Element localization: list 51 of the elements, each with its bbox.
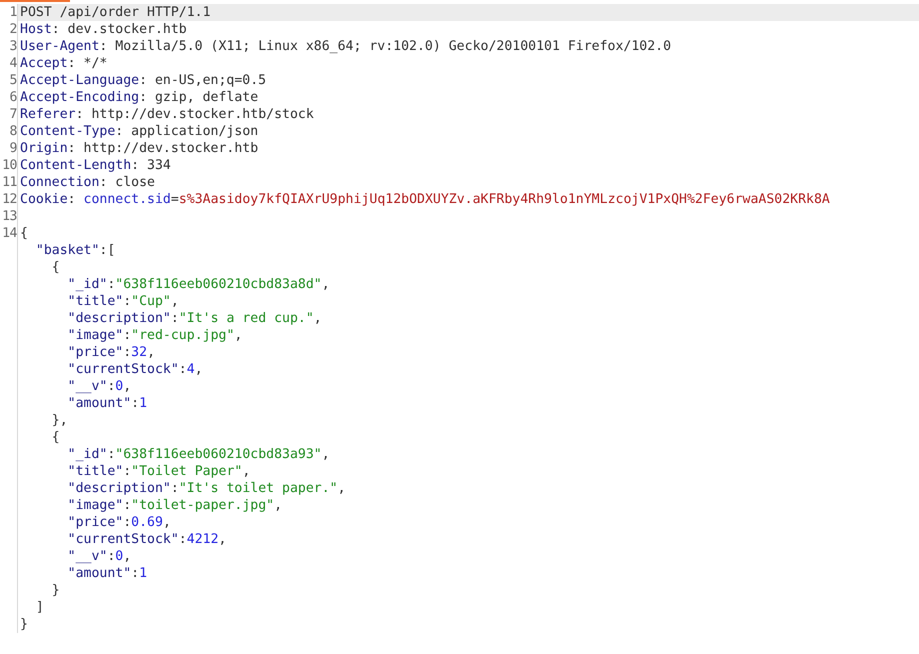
code-line: "currentStock":4212, <box>66 531 226 548</box>
code-line: } <box>50 582 60 599</box>
code-line: "_id":"638f116eeb060210cbd83a8d", <box>66 276 330 293</box>
line-number: 8 <box>10 123 17 140</box>
code-line: POST /api/order HTTP/1.1 <box>20 4 211 21</box>
line-number: 7 <box>10 106 17 123</box>
code-line: Accept-Encoding: gzip, deflate <box>20 89 258 106</box>
code-line: { <box>50 429 60 446</box>
code-line: "_id":"638f116eeb060210cbd83a93", <box>66 446 330 463</box>
code-line: Cookie: connect.sid=s%3Aasidoy7kfQIAXrU9phijUq12bODXUYZv.aKFRby4Rh9lo1nYMLzcojV1PxQH%2Fey6rwaAS02KRk8A <box>20 191 830 208</box>
line-number: 4 <box>10 55 17 72</box>
code-line: ] <box>34 599 44 616</box>
code-line: "__v":0, <box>66 548 132 565</box>
line-number: 9 <box>10 140 17 157</box>
code-line: "amount":1 <box>66 395 148 412</box>
line-number: 5 <box>10 72 17 89</box>
code-line: } <box>20 616 28 633</box>
line-number: 2 <box>10 21 17 38</box>
code-line: Accept-Language: en-US,en;q=0.5 <box>20 72 266 89</box>
code-line: Connection: close <box>20 174 155 191</box>
code-line: "image":"red-cup.jpg", <box>66 327 242 344</box>
code-line: "description":"It's a red cup.", <box>66 310 322 327</box>
line-number: 6 <box>10 89 17 106</box>
code-line: Origin: http://dev.stocker.htb <box>20 140 258 157</box>
line-number: 12 <box>2 191 17 208</box>
code-line: Content-Length: 334 <box>20 157 171 174</box>
line-number: 14 <box>2 225 17 242</box>
code-line: { <box>50 259 60 276</box>
code-line: "amount":1 <box>66 565 148 582</box>
code-line: Content-Type: application/json <box>20 123 258 140</box>
code-line: Accept: */* <box>20 55 108 72</box>
line-number: 13 <box>2 208 17 225</box>
code-line: "price":32, <box>66 344 156 361</box>
code-line: "currentStock":4, <box>66 361 203 378</box>
code-line: User-Agent: Mozilla/5.0 (X11; Linux x86_64; rv:102.0) Gecko/20100101 Firefox/102.0 <box>20 38 672 55</box>
line-number: 1 <box>10 4 17 21</box>
code-line: "description":"It's toilet paper.", <box>66 480 346 497</box>
line-number: 10 <box>2 157 17 174</box>
code-line: Referer: http://dev.stocker.htb/stock <box>20 106 314 123</box>
code-line: "__v":0, <box>66 378 132 395</box>
code-line: "title":"Toilet Paper", <box>66 463 250 480</box>
tab-indicator <box>0 0 70 2</box>
code-line: }, <box>50 412 68 429</box>
code-line: { <box>20 225 28 242</box>
code-line: Host: dev.stocker.htb <box>20 21 187 38</box>
line-number: 3 <box>10 38 17 55</box>
code-line: "title":"Cup", <box>66 293 179 310</box>
line-number: 11 <box>2 174 17 191</box>
code-line: "image":"toilet-paper.jpg", <box>66 497 282 514</box>
code-line: "price":0.69, <box>66 514 171 531</box>
code-line: "basket":[ <box>34 242 116 259</box>
